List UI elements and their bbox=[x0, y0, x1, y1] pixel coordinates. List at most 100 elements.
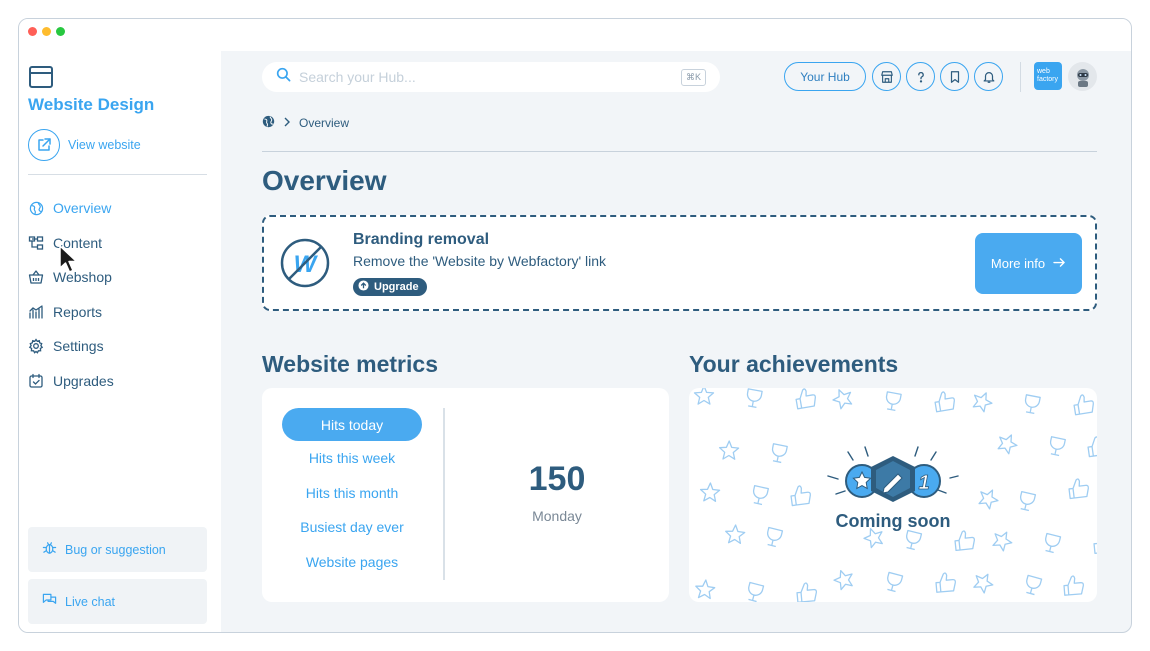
tab-hits-today[interactable]: Hits today bbox=[282, 408, 422, 441]
metrics-card: Hits today Hits this week Hits this mont… bbox=[262, 388, 669, 602]
metric-value: 150 bbox=[528, 460, 586, 498]
tab-hits-this-month[interactable]: Hits this month bbox=[282, 476, 422, 511]
pattern-shape bbox=[934, 391, 955, 413]
external-link-icon bbox=[28, 129, 60, 161]
metrics-title: Website metrics bbox=[262, 351, 438, 377]
pattern-shape bbox=[906, 529, 923, 551]
sidebar-item-webshop[interactable]: Webshop bbox=[28, 260, 208, 295]
bug-icon bbox=[42, 540, 57, 560]
achievements-card: 1 Coming soon bbox=[689, 388, 1097, 602]
pattern-shape bbox=[935, 572, 957, 593]
upgrade-badge[interactable]: Upgrade bbox=[353, 278, 427, 296]
sidebar-item-overview[interactable]: Overview bbox=[28, 191, 208, 226]
bookmark-icon bbox=[950, 70, 959, 83]
more-info-label: More info bbox=[990, 256, 1046, 271]
bookmarks-button[interactable] bbox=[940, 62, 969, 91]
arrow-up-circle-icon bbox=[358, 280, 369, 294]
bug-report-label: Bug or suggestion bbox=[65, 542, 166, 557]
sidebar-item-content[interactable]: Content bbox=[28, 226, 208, 261]
pattern-shape bbox=[1073, 394, 1094, 416]
sidebar-item-upgrades[interactable]: Upgrades bbox=[28, 364, 208, 399]
store-button[interactable] bbox=[872, 62, 901, 91]
pattern-shape bbox=[746, 388, 763, 409]
pattern-shape bbox=[1020, 490, 1037, 512]
pattern-shape bbox=[978, 489, 999, 510]
pattern-shape bbox=[887, 571, 904, 593]
pattern-shape bbox=[832, 389, 853, 410]
pattern-shape bbox=[992, 531, 1013, 552]
breadcrumb: Overview bbox=[262, 115, 349, 131]
pattern-shape bbox=[833, 569, 853, 591]
tab-busiest-day-ever[interactable]: Busiest day ever bbox=[282, 510, 422, 545]
sidebar-item-reports[interactable]: Reports bbox=[28, 295, 208, 330]
view-website-label: View website bbox=[68, 138, 141, 152]
page-title: Overview bbox=[262, 165, 387, 196]
live-chat-label: Live chat bbox=[65, 594, 116, 609]
help-button[interactable] bbox=[906, 62, 935, 91]
more-info-button[interactable]: More info bbox=[975, 233, 1082, 294]
pattern-shape bbox=[695, 579, 716, 600]
calendar-check-icon bbox=[28, 373, 44, 389]
pattern-shape bbox=[1049, 436, 1066, 457]
pattern-shape bbox=[1068, 478, 1090, 500]
search-icon bbox=[276, 67, 291, 87]
achievements-title: Your achievements bbox=[689, 351, 899, 377]
upgrade-badge-label: Upgrade bbox=[374, 281, 419, 293]
globe-icon[interactable] bbox=[262, 115, 275, 131]
search-shortcut-hint: ⌘K bbox=[680, 69, 706, 86]
breadcrumb-current: Overview bbox=[299, 116, 350, 130]
achievement-badge-icon: 1 bbox=[827, 446, 959, 502]
tab-hits-this-week[interactable]: Hits this week bbox=[282, 441, 422, 476]
chart-icon bbox=[28, 304, 44, 320]
no-branding-icon: W bbox=[280, 238, 330, 288]
search-input[interactable] bbox=[299, 69, 659, 85]
view-website-link[interactable]: View website bbox=[28, 129, 141, 161]
pattern-shape bbox=[748, 581, 765, 602]
promo-title: Branding removal bbox=[353, 231, 490, 248]
bug-report-button[interactable]: Bug or suggestion bbox=[28, 527, 207, 572]
chevron-right-icon bbox=[283, 116, 291, 130]
sidebar-nav: Overview Content Webshop Reports Setting… bbox=[28, 191, 208, 398]
app-window: Website Design View website Overview Con… bbox=[18, 18, 1132, 633]
notifications-button[interactable] bbox=[974, 62, 1003, 91]
pattern-shape bbox=[1026, 574, 1043, 596]
pattern-shape bbox=[771, 443, 788, 464]
sidebar-item-settings[interactable]: Settings bbox=[28, 329, 208, 364]
site-title: Website Design bbox=[28, 95, 155, 114]
chat-icon bbox=[42, 592, 57, 612]
search-bar[interactable]: ⌘K bbox=[262, 62, 720, 92]
title-bar bbox=[19, 19, 1131, 51]
branding-removal-card: W Branding removal Remove the 'Website b… bbox=[262, 215, 1097, 311]
sidebar-item-label: Reports bbox=[53, 303, 103, 320]
bell-icon bbox=[983, 71, 994, 83]
pattern-shape bbox=[699, 482, 721, 502]
promo-subtitle: Remove the 'Website by Webfactory' link bbox=[353, 253, 607, 269]
pattern-shape bbox=[790, 485, 812, 507]
pattern-shape bbox=[752, 485, 769, 506]
pattern-shape bbox=[1063, 575, 1085, 596]
tab-website-pages[interactable]: Website pages bbox=[282, 545, 422, 580]
live-chat-button[interactable]: Live chat bbox=[28, 579, 207, 624]
pattern-shape bbox=[1087, 436, 1097, 458]
pattern-shape bbox=[795, 388, 816, 410]
pattern-shape bbox=[1045, 532, 1062, 554]
minimize-window-dot[interactable] bbox=[42, 27, 51, 36]
sidebar-divider bbox=[28, 174, 207, 175]
pattern-shape bbox=[796, 582, 818, 602]
webfactory-logo: web factory bbox=[1034, 62, 1062, 90]
pattern-shape bbox=[1093, 533, 1097, 554]
svg-text:1: 1 bbox=[918, 472, 929, 494]
sidebar: Website Design View website Overview Con… bbox=[19, 51, 221, 632]
metric-tabs: Hits today Hits this week Hits this mont… bbox=[282, 408, 422, 579]
maximize-window-dot[interactable] bbox=[56, 27, 65, 36]
close-window-dot[interactable] bbox=[28, 27, 37, 36]
browser-window-icon bbox=[29, 66, 53, 88]
your-hub-button[interactable]: Your Hub bbox=[784, 62, 866, 91]
content-divider bbox=[262, 151, 1097, 152]
sidebar-item-label: Overview bbox=[53, 200, 112, 217]
gear-icon bbox=[28, 338, 44, 354]
mouse-cursor-icon bbox=[59, 245, 78, 273]
pattern-shape bbox=[997, 434, 1018, 455]
sitemap-icon bbox=[28, 235, 44, 251]
avatar[interactable] bbox=[1068, 62, 1097, 91]
